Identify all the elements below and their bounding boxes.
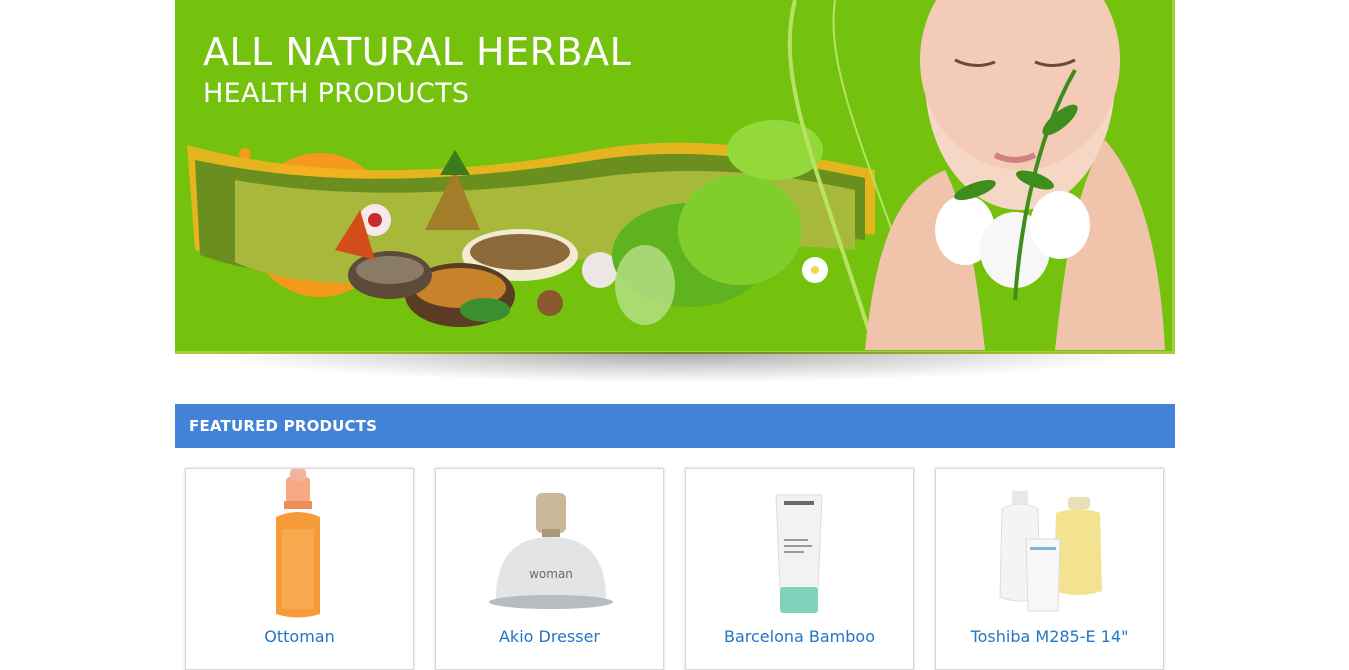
product-card[interactable]: woman Akio Dresser bbox=[435, 468, 664, 670]
product-bottle-label: woman bbox=[529, 567, 573, 581]
product-name-link[interactable]: Akio Dresser bbox=[436, 627, 663, 646]
featured-products-header: FEATURED PRODUCTS bbox=[175, 404, 1175, 448]
product-name-link[interactable]: Barcelona Bamboo bbox=[686, 627, 913, 646]
hero-banner[interactable]: ALL NATURAL HERBAL HEALTH PRODUCTS bbox=[175, 0, 1175, 354]
product-image[interactable] bbox=[936, 469, 1163, 624]
product-image[interactable]: woman bbox=[436, 469, 663, 624]
banner-title-line2: HEALTH PRODUCTS bbox=[203, 78, 470, 109]
product-card[interactable]: Ottoman bbox=[185, 468, 414, 670]
banner-title-line1: ALL NATURAL HERBAL bbox=[203, 30, 632, 74]
banner-shadow bbox=[215, 352, 1135, 382]
product-image[interactable] bbox=[686, 469, 913, 624]
product-name-link[interactable]: Ottoman bbox=[186, 627, 413, 646]
product-image[interactable] bbox=[186, 469, 413, 624]
featured-products-title: FEATURED PRODUCTS bbox=[189, 417, 378, 435]
banner-headline: ALL NATURAL HERBAL HEALTH PRODUCTS bbox=[203, 30, 631, 114]
product-card[interactable]: Barcelona Bamboo bbox=[685, 468, 914, 670]
product-card[interactable]: Toshiba M285-E 14" bbox=[935, 468, 1164, 670]
product-name-link[interactable]: Toshiba M285-E 14" bbox=[936, 627, 1163, 646]
